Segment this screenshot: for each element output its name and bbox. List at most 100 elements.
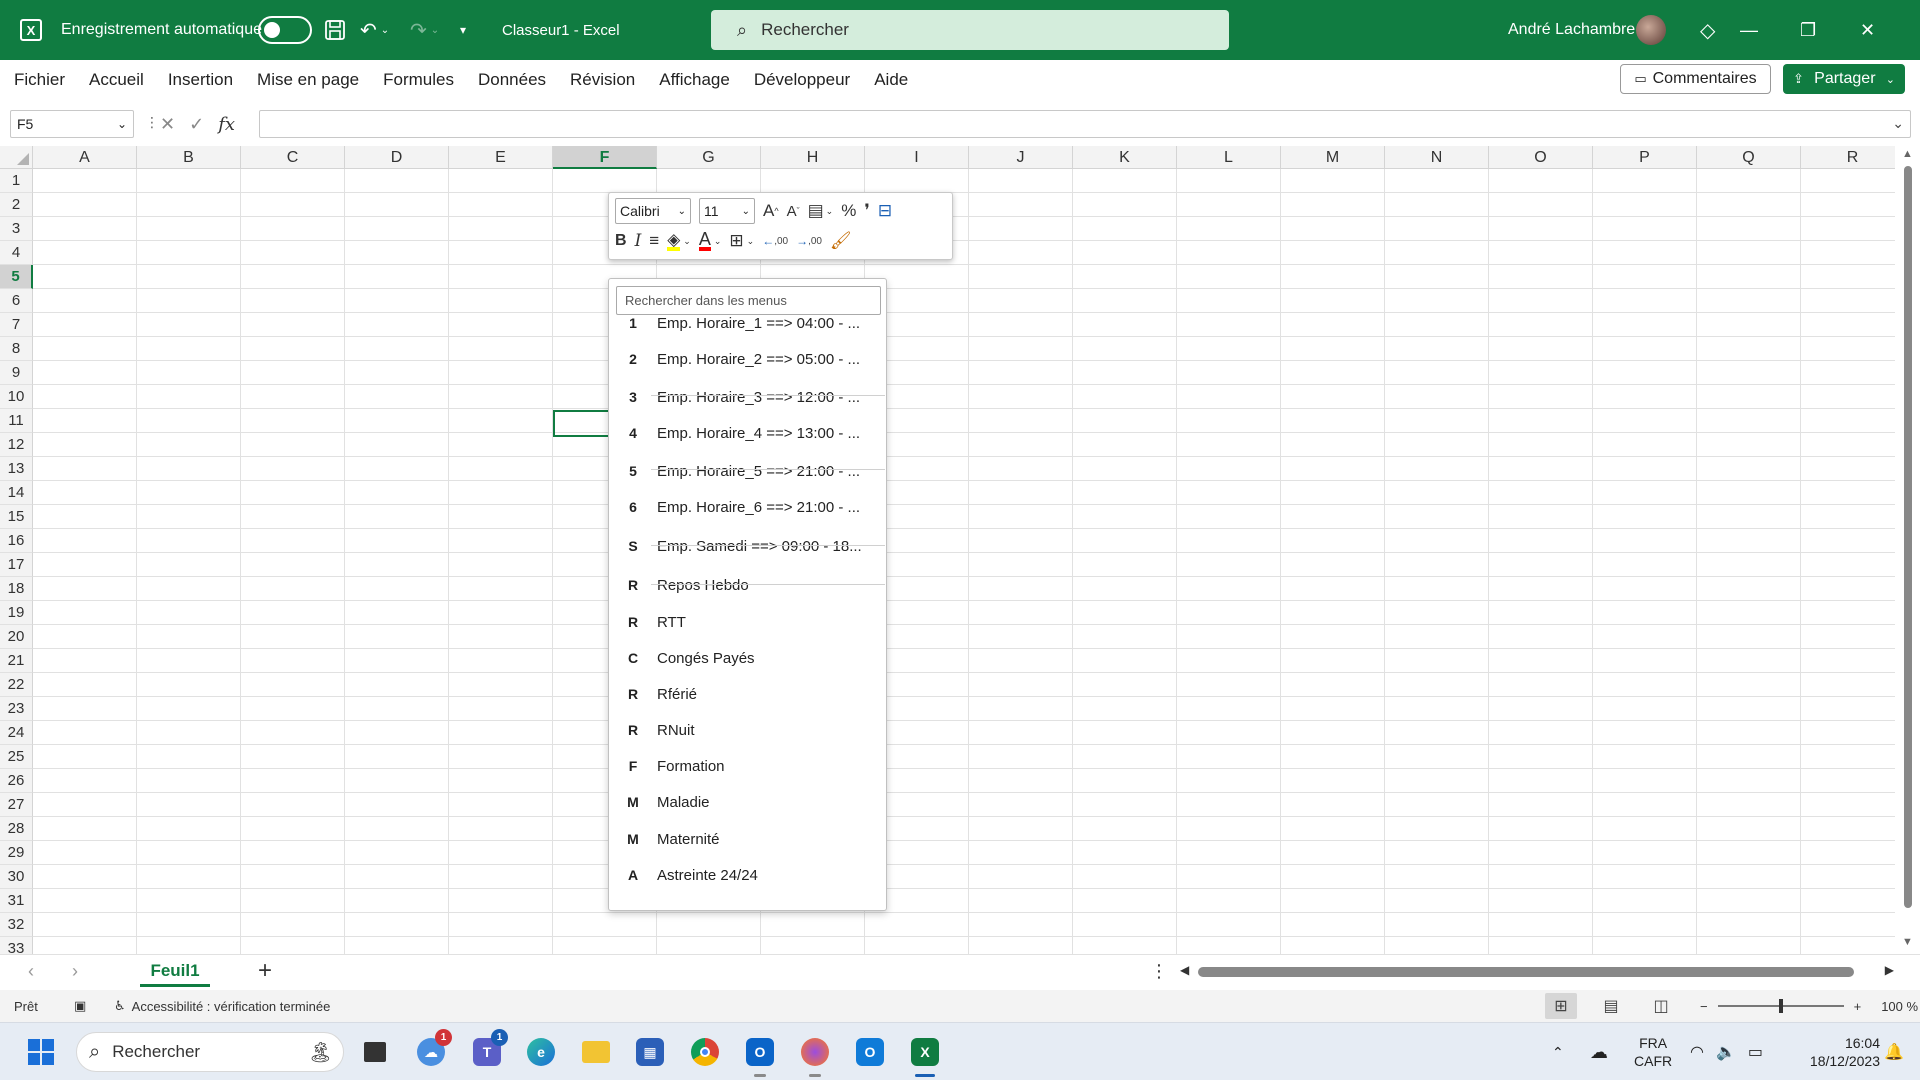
column-header-b[interactable]: B — [137, 146, 241, 169]
diamond-icon[interactable]: ◇ — [1700, 0, 1715, 60]
column-header-l[interactable]: L — [1177, 146, 1281, 169]
cells-area[interactable] — [33, 169, 1895, 954]
row-header-33[interactable]: 33 — [0, 937, 33, 954]
language-indicator[interactable]: FRA CAFR — [1634, 1023, 1672, 1080]
row-header-17[interactable]: 17 — [0, 553, 33, 577]
decrease-decimal-icon[interactable]: → ,00 — [796, 234, 822, 248]
scroll-down-icon[interactable]: ▼ — [1902, 936, 1913, 948]
scroll-up-icon[interactable]: ▲ — [1902, 148, 1913, 160]
context-menu-item[interactable]: A Astreinte 24/24 — [609, 860, 886, 890]
context-menu-item[interactable]: M Maladie — [609, 787, 886, 817]
context-menu-item[interactable]: R RNuit — [609, 715, 886, 745]
context-menu-item[interactable]: 6 Emp. Horaire_6 ==> 21:00 - ... — [609, 492, 886, 522]
avatar[interactable] — [1636, 0, 1666, 60]
save-icon[interactable] — [324, 0, 346, 60]
column-header-m[interactable]: M — [1281, 146, 1385, 169]
decrease-font-size-icon[interactable]: Aˇ — [787, 203, 800, 220]
share-button[interactable]: ⇪ Partager ⌄ — [1783, 64, 1905, 94]
store-icon[interactable]: ▦ — [631, 1033, 669, 1071]
row-header-12[interactable]: 12 — [0, 433, 33, 457]
comments-button[interactable]: ▭ Commentaires — [1620, 64, 1771, 94]
menu-revision[interactable]: Révision — [558, 60, 647, 100]
undo-icon[interactable]: ↶ ⌄ — [360, 0, 389, 60]
menu-fichier[interactable]: Fichier — [0, 60, 77, 100]
cloud-app-icon[interactable]: ☁ 1 — [412, 1029, 452, 1071]
row-header-30[interactable]: 30 — [0, 865, 33, 889]
teams-icon[interactable]: T1 — [468, 1029, 508, 1071]
column-header-i[interactable]: I — [865, 146, 969, 169]
more-options-icon[interactable]: ⋮ — [145, 114, 159, 131]
zoom-in-button[interactable]: + — [1854, 999, 1862, 1014]
borders-icon[interactable]: ⊞ ⌄ — [729, 231, 754, 251]
quick-access-customize-icon[interactable]: ▾ — [460, 0, 466, 60]
context-menu-item[interactable]: R RTT — [609, 607, 886, 637]
row-header-13[interactable]: 13 — [0, 457, 33, 481]
menu-affichage[interactable]: Affichage — [647, 60, 742, 100]
outlook-classic-icon[interactable]: O — [741, 1033, 779, 1077]
column-header-n[interactable]: N — [1385, 146, 1489, 169]
scroll-right-icon[interactable]: ▶ — [1885, 963, 1894, 977]
row-header-14[interactable]: 14 — [0, 481, 33, 505]
row-header-15[interactable]: 15 — [0, 505, 33, 529]
column-header-f[interactable]: F — [553, 146, 657, 169]
select-all-button[interactable] — [0, 146, 33, 169]
italic-icon[interactable]: I — [635, 231, 642, 251]
row-header-26[interactable]: 26 — [0, 769, 33, 793]
column-header-j[interactable]: J — [969, 146, 1073, 169]
file-explorer-icon[interactable] — [577, 1033, 615, 1071]
chevron-down-icon[interactable]: ⌄ — [117, 117, 127, 131]
column-header-a[interactable]: A — [33, 146, 137, 169]
font-name-select[interactable]: Calibri ⌄ — [615, 198, 691, 224]
normal-view-icon[interactable]: ⊞ — [1545, 993, 1577, 1019]
menu-mise-en-page[interactable]: Mise en page — [245, 60, 371, 100]
previous-sheet-icon[interactable]: ‹ — [28, 961, 34, 982]
scroll-left-icon[interactable]: ◀ — [1180, 963, 1189, 977]
insert-function-icon[interactable]: fx — [218, 114, 235, 135]
next-sheet-icon[interactable]: › — [72, 961, 78, 982]
task-view-icon[interactable] — [356, 1033, 394, 1071]
font-size-select[interactable]: 11 ⌄ — [699, 198, 755, 224]
menu-insertion[interactable]: Insertion — [156, 60, 245, 100]
row-header-20[interactable]: 20 — [0, 625, 33, 649]
row-header-6[interactable]: 6 — [0, 289, 33, 313]
firefox-icon[interactable] — [796, 1033, 834, 1077]
row-header-28[interactable]: 28 — [0, 817, 33, 841]
fill-color-icon[interactable]: ◈ ⌄ — [667, 231, 691, 251]
page-break-view-icon[interactable]: ◫ — [1645, 993, 1677, 1019]
user-name[interactable]: André Lachambre — [1508, 0, 1635, 60]
cancel-icon[interactable]: ✕ — [160, 114, 175, 135]
edge-icon[interactable]: e — [522, 1033, 560, 1071]
row-header-4[interactable]: 4 — [0, 241, 33, 265]
row-header-22[interactable]: 22 — [0, 673, 33, 697]
row-header-32[interactable]: 32 — [0, 913, 33, 937]
macro-record-icon[interactable]: ▣ — [74, 990, 86, 1022]
accessibility-status[interactable]: ♿ Accessibilité : vérification terminée — [114, 990, 330, 1022]
context-menu-item[interactable]: S Emp. Samedi ==> 09:00 - 18... — [609, 531, 886, 561]
font-color-icon[interactable]: A ⌄ — [698, 230, 721, 251]
menu-donnees[interactable]: Données — [466, 60, 558, 100]
context-menu-item[interactable]: 2 Emp. Horaire_2 ==> 05:00 - ... — [609, 344, 886, 374]
outlook-new-icon[interactable]: O — [851, 1033, 889, 1071]
notifications-icon[interactable]: 🔔 — [1884, 1023, 1904, 1080]
minimize-icon[interactable]: — — [1740, 0, 1800, 60]
column-header-g[interactable]: G — [657, 146, 761, 169]
zoom-out-button[interactable]: − — [1700, 999, 1708, 1014]
menu-aide[interactable]: Aide — [862, 60, 920, 100]
more-options-icon[interactable]: ⋮ — [1150, 961, 1168, 982]
align-center-icon[interactable]: ≡ — [649, 231, 659, 251]
zoom-slider-knob[interactable] — [1778, 999, 1783, 1013]
column-header-q[interactable]: Q — [1697, 146, 1801, 169]
row-header-24[interactable]: 24 — [0, 721, 33, 745]
zoom-slider[interactable] — [1717, 999, 1844, 1013]
chrome-icon[interactable] — [686, 1033, 724, 1071]
increase-font-size-icon[interactable]: A ^ — [763, 201, 779, 221]
close-icon[interactable]: ✕ — [1860, 0, 1920, 60]
name-box[interactable]: F5 ⌄ — [10, 110, 134, 138]
context-menu-item[interactable]: 5 Emp. Horaire_5 ==> 21:00 - ... — [609, 456, 886, 486]
row-header-9[interactable]: 9 — [0, 361, 33, 385]
menu-developpeur[interactable]: Développeur — [742, 60, 862, 100]
row-header-18[interactable]: 18 — [0, 577, 33, 601]
add-sheet-button[interactable]: + — [258, 957, 272, 985]
show-hidden-icons[interactable]: ⌃ — [1552, 1023, 1564, 1080]
bold-icon[interactable]: B — [615, 232, 627, 250]
